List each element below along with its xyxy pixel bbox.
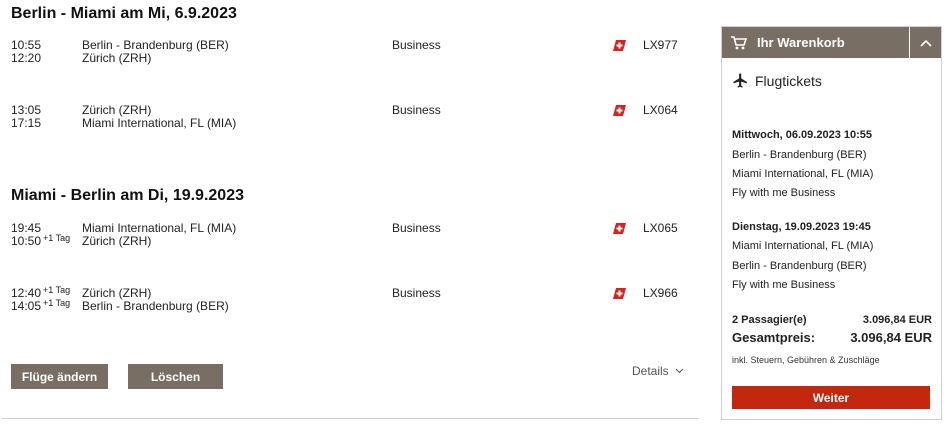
segment-airports: Zürich (ZRH) Berlin - Brandenburg (BER) [82, 287, 382, 313]
outbound-to: Miami International, FL (MIA) [732, 168, 874, 180]
segment-airports: Berlin - Brandenburg (BER) Zürich (ZRH) [82, 39, 382, 65]
flight-segment: 19:45 10:50 +1 Tag Miami International, F… [0, 222, 700, 262]
divider [2, 418, 699, 419]
cart-collapse-button[interactable] [909, 27, 941, 58]
flight-tickets-heading: Flugtickets [732, 72, 822, 89]
swiss-airline-logo [613, 40, 626, 51]
arrival-time: 17:15 [11, 116, 42, 130]
swiss-airline-logo [613, 105, 626, 116]
passengers-label: 2 Passagier(e) [732, 314, 807, 326]
cabin-class: Business [392, 38, 441, 52]
segment-times: 19:45 10:50 +1 Tag [11, 222, 81, 248]
shopping-cart-panel: Ihr Warenkorb Flugtickets Mittwoch, 06.0… [721, 26, 942, 420]
shopping-cart-icon [731, 36, 747, 50]
flight-number: LX065 [643, 221, 678, 235]
outbound-fare: Fly with me Business [732, 187, 836, 199]
arrival-airport: Zürich (ZRH) [82, 51, 152, 65]
flight-segment: 12:40 +1 Tag 14:05 +1 Tag Zürich (ZRH) Ber… [0, 285, 700, 327]
segment-airports: Miami International, FL (MIA) Zürich (ZR… [82, 222, 382, 248]
flight-number: LX064 [643, 103, 678, 117]
arrival-day-offset: +1 Tag [43, 298, 71, 308]
arrival-time: 14:05 [11, 299, 42, 313]
arrival-time: 10:50 [11, 234, 42, 248]
swiss-airline-logo [613, 223, 626, 234]
change-flights-button[interactable]: Flüge ändern [11, 364, 108, 389]
cart-header: Ihr Warenkorb [722, 27, 941, 58]
outbound-from: Berlin - Brandenburg (BER) [732, 149, 867, 161]
cart-title: Ihr Warenkorb [757, 35, 845, 50]
total-label: Gesamtpreis: [732, 330, 816, 345]
tax-note: inkl. Steuern, Gebühren & Zuschläge [732, 355, 880, 365]
arrival-time: 12:20 [11, 51, 42, 65]
return-from: Miami International, FL (MIA) [732, 240, 874, 252]
arrival-airport: Zürich (ZRH) [82, 234, 152, 248]
flight-number: LX977 [643, 38, 678, 52]
outbound-journey-title: Berlin - Miami am Mi, 6.9.2023 [11, 5, 237, 22]
swiss-airline-logo [613, 288, 626, 299]
segment-times: 13:05 17:15 [11, 104, 81, 130]
itinerary-panel: Berlin - Miami am Mi, 6.9.2023 10:55 12:… [0, 0, 700, 426]
chevron-up-icon [919, 39, 932, 47]
outbound-date: Mittwoch, 06.09.2023 10:55 [732, 129, 873, 141]
segment-airports: Zürich (ZRH) Miami International, FL (MI… [82, 104, 382, 130]
cabin-class: Business [392, 286, 441, 300]
segment-times: 12:40 +1 Tag 14:05 +1 Tag [11, 285, 81, 313]
departure-time: 10:55 [11, 38, 42, 52]
flight-segment: 10:55 12:20 Berlin - Brandenburg (BER) Z… [0, 39, 700, 79]
airplane-icon [733, 73, 747, 88]
departure-time: 19:45 [11, 221, 42, 235]
segment-times: 10:55 12:20 [11, 39, 81, 65]
details-label: Details [632, 364, 669, 378]
return-date: Dienstag, 19.09.2023 19:45 [732, 221, 871, 233]
passengers-price: 3.096,84 EUR [862, 314, 932, 326]
return-journey-title: Miami - Berlin am Di, 19.9.2023 [11, 187, 244, 204]
continue-button[interactable]: Weiter [732, 386, 930, 409]
departure-time: 13:05 [11, 103, 42, 117]
total-price: 3.096,84 EUR [850, 330, 932, 345]
chevron-down-icon [675, 368, 684, 374]
return-to: Berlin - Brandenburg (BER) [732, 260, 867, 272]
cabin-class: Business [392, 221, 441, 235]
details-toggle[interactable]: Details [632, 364, 684, 378]
cabin-class: Business [392, 103, 441, 117]
delete-button[interactable]: Löschen [128, 364, 223, 389]
return-fare: Fly with me Business [732, 279, 836, 291]
flight-tickets-label: Flugtickets [755, 72, 822, 89]
departure-day-offset: +1 Tag [43, 285, 71, 295]
flight-segment: 13:05 17:15 Zürich (ZRH) Miami Internati… [0, 104, 700, 144]
arrival-airport: Berlin - Brandenburg (BER) [82, 299, 229, 313]
departure-time: 12:40 [11, 286, 42, 300]
arrival-day-offset: +1 Tag [43, 233, 71, 243]
flight-number: LX966 [643, 286, 678, 300]
arrival-airport: Miami International, FL (MIA) [82, 116, 237, 130]
